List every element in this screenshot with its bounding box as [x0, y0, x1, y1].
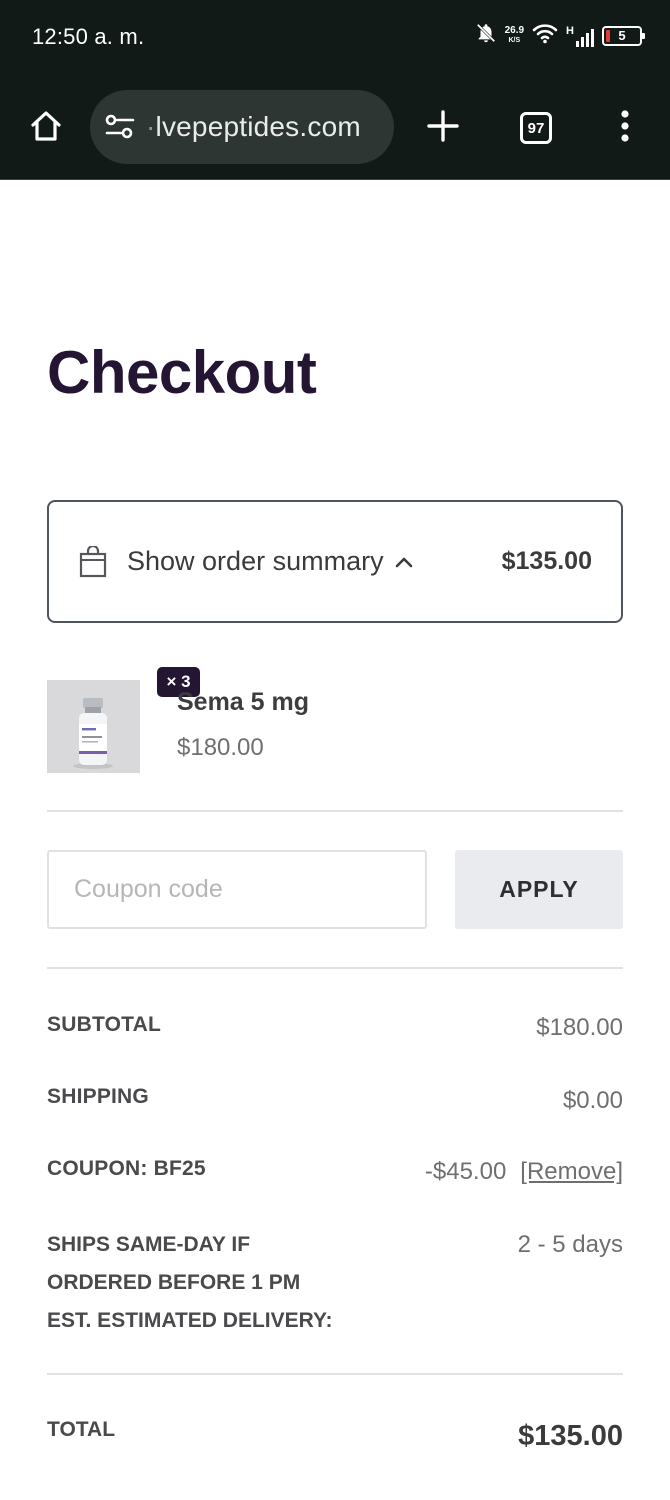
subtotal-label: SUBTOTAL: [47, 1013, 161, 1036]
coupon-discount-row: -$45.00 [Remove]: [425, 1158, 623, 1186]
chevron-up-icon: [394, 555, 414, 569]
delivery-line-3: EST. ESTIMATED DELIVERY:: [47, 1309, 333, 1332]
delivery-line-1: SHIPS SAME-DAY IF: [47, 1233, 251, 1256]
order-summary-toggle[interactable]: Show order summary $135.00: [47, 500, 623, 623]
url-domain: lvepeptides.com: [155, 111, 361, 142]
more-menu-button[interactable]: [600, 76, 650, 180]
status-icons: 26.9 K/S H 5: [475, 22, 645, 49]
url-prefix: ·: [146, 111, 156, 142]
cart-item: × 3 Sema 5 mg $180.00: [47, 667, 623, 774]
apply-coupon-button[interactable]: APPLY: [455, 850, 623, 929]
battery-level: 5: [618, 28, 626, 43]
total-label: TOTAL: [47, 1418, 116, 1441]
tab-switcher-icon: 97: [520, 112, 552, 144]
page-title: Checkout: [47, 339, 317, 406]
order-summary-label: Show order summary: [127, 546, 384, 576]
divider: [47, 810, 623, 812]
remove-coupon-link[interactable]: [Remove]: [520, 1158, 623, 1185]
new-tab-icon: [426, 109, 460, 148]
delivery-label: SHIPS SAME-DAY IF ORDERED BEFORE 1 PM ES…: [47, 1226, 332, 1340]
coupon-code-input[interactable]: [47, 850, 427, 929]
coupon-discount-value: -$45.00: [424, 1158, 507, 1185]
product-image: [47, 680, 140, 773]
item-price: $180.00: [177, 734, 264, 761]
delivery-line-2: ORDERED BEFORE 1 PM: [47, 1271, 301, 1294]
signal-icon: H: [566, 25, 594, 47]
delivery-value: 2 - 5 days: [517, 1231, 623, 1258]
shopping-bag-icon: [79, 545, 107, 578]
url-text: ·lvepeptides.com: [146, 111, 361, 143]
subtotal-value: $180.00: [536, 1014, 623, 1041]
shipping-label: SHIPPING: [47, 1085, 149, 1108]
address-bar[interactable]: ·lvepeptides.com: [90, 90, 394, 164]
total-value: $135.00: [518, 1420, 623, 1452]
net-speed-value: 26.9: [504, 24, 525, 36]
new-tab-button[interactable]: [414, 76, 472, 180]
more-menu-icon: [620, 109, 630, 148]
site-settings-icon[interactable]: [104, 111, 136, 143]
status-time: 12:50 a. m.: [32, 24, 145, 49]
wifi-icon: [532, 22, 558, 49]
network-type: H: [566, 24, 574, 37]
order-summary-total: $135.00: [501, 547, 592, 575]
status-bar: 12:50 a. m. 26.9 K/S H 5: [0, 0, 670, 76]
coupon-label: COUPON: BF25: [47, 1157, 206, 1180]
tab-switcher-button[interactable]: 97: [506, 76, 566, 180]
shipping-value: $0.00: [562, 1087, 623, 1114]
battery-icon: 5: [602, 25, 645, 46]
home-icon: [28, 108, 64, 149]
bell-off-icon: [475, 22, 497, 49]
item-name: Sema 5 mg: [177, 688, 310, 716]
net-speed: 26.9 K/S: [504, 24, 525, 46]
divider: [47, 967, 623, 969]
net-speed-unit: K/S: [508, 36, 521, 44]
divider: [47, 1373, 623, 1375]
browser-toolbar: ·lvepeptides.com 97: [0, 76, 670, 180]
home-button[interactable]: [18, 76, 74, 180]
